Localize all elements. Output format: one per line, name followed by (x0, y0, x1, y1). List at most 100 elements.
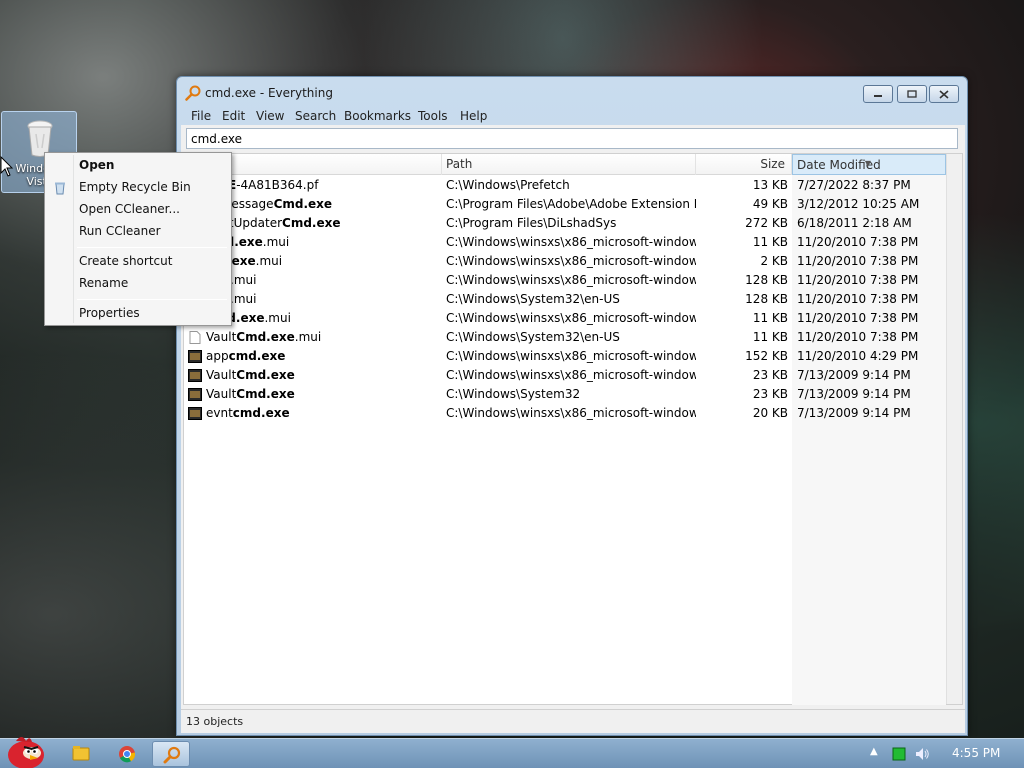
table-row[interactable]: VaultCmd.exe C:\Windows\System32 23 KB 7/13… (184, 385, 946, 404)
file-path: C:\Windows\System32\en-US (446, 292, 620, 306)
file-date: 11/20/2010 7:38 PM (797, 273, 919, 287)
taskbar-everything-button[interactable] (152, 741, 190, 767)
table-row[interactable]: cmd.exe.mui C:\Windows\winsxs\x86_microso… (184, 233, 946, 252)
minimize-button[interactable] (863, 85, 893, 103)
file-path: C:\Windows\System32\en-US (446, 330, 620, 344)
table-row[interactable]: appcmd.exe C:\Windows\winsxs\x86_microsof… (184, 347, 946, 366)
column-date-modified[interactable]: Date Modified ▼ (792, 154, 946, 175)
table-row[interactable]: exe.mui C:\Windows\winsxs\x86_microsoft-w… (184, 271, 946, 290)
vertical-scrollbar[interactable] (946, 154, 962, 704)
menu-edit[interactable]: Edit (222, 109, 245, 123)
exe-file-icon (188, 407, 202, 420)
file-size: 11 KB (752, 330, 788, 344)
column-header: Name Path Size Date Modified ▼ (184, 154, 946, 175)
menu-item-run-ccleaner[interactable]: Run CCleaner (47, 220, 229, 242)
file-name: evntcmd.exe (206, 406, 290, 420)
file-size: 2 KB (760, 254, 788, 268)
search-box[interactable] (186, 128, 958, 149)
menu-file[interactable]: File (191, 109, 211, 123)
search-input[interactable] (187, 129, 957, 148)
table-row[interactable]: .EXE-4A81B364.pf C:\Windows\Prefetch 13 KB… (184, 176, 946, 195)
file-date: 11/20/2010 7:38 PM (797, 330, 919, 344)
clock[interactable]: 4:55 PM (952, 746, 1000, 760)
menu-tools[interactable]: Tools (418, 109, 448, 123)
chrome-icon (119, 746, 136, 763)
taskbar-chrome-button[interactable] (108, 741, 146, 767)
menu-search[interactable]: Search (295, 109, 336, 123)
file-size: 272 KB (745, 216, 788, 230)
file-name: cmd.exe.mui (206, 235, 290, 249)
window-client: Name Path Size Date Modified ▼ .EXE-4A81… (181, 125, 965, 733)
column-path[interactable]: Path (442, 154, 696, 175)
menu-help[interactable]: Help (460, 109, 487, 123)
table-row[interactable]: VaultCmd.exe C:\Windows\winsxs\x86_micros… (184, 366, 946, 385)
file-date: 3/12/2012 10:25 AM (797, 197, 920, 211)
file-date: 7/13/2009 9:14 PM (797, 406, 911, 420)
file-path: C:\Windows\winsxs\x86_microsoft-windows-… (446, 406, 696, 420)
table-row[interactable]: BootUpdaterCmd.exe C:\Program Files\DiLsh… (184, 214, 946, 233)
menu-bar: File Edit View Search Bookmarks Tools He… (181, 106, 965, 126)
menu-view[interactable]: View (256, 109, 284, 123)
table-row[interactable]: VaultCmd.exe.mui C:\Windows\System32\en-U… (184, 328, 946, 347)
file-date: 7/13/2009 9:14 PM (797, 387, 911, 401)
file-date: 7/13/2009 9:14 PM (797, 368, 911, 382)
file-name: anMessageCmd.exe (206, 197, 333, 211)
results-list[interactable]: Name Path Size Date Modified ▼ .EXE-4A81… (183, 153, 963, 705)
folder-icon (72, 746, 90, 761)
maximize-button[interactable] (897, 85, 927, 103)
menu-bookmarks[interactable]: Bookmarks (344, 109, 411, 123)
file-path: C:\Windows\winsxs\x86_microsoft-windows-… (446, 311, 696, 325)
context-menu: Open Empty Recycle Bin Open CCleaner... … (44, 152, 232, 326)
restore-icon (907, 90, 917, 98)
file-name: .EXE-4A81B364.pf (206, 178, 319, 192)
exe-file-icon (188, 369, 202, 382)
file-date: 11/20/2010 4:29 PM (797, 349, 919, 363)
menu-item-open-ccleaner[interactable]: Open CCleaner... (47, 198, 229, 220)
file-path: C:\Windows\winsxs\x86_microsoft-windows-… (446, 235, 696, 249)
everything-window: cmd.exe - Everything File Edit View Sear… (176, 76, 968, 736)
mouse-cursor-icon (0, 156, 14, 177)
file-path: C:\Windows\Prefetch (446, 178, 570, 192)
speaker-icon[interactable] (914, 746, 930, 762)
menu-item-create-shortcut[interactable]: Create shortcut (47, 250, 229, 272)
file-size: 13 KB (752, 178, 788, 192)
taskbar-explorer-button[interactable] (62, 741, 100, 767)
table-row[interactable]: Cmd.exe.mui C:\Windows\winsxs\x86_microso… (184, 309, 946, 328)
file-size: 49 KB (752, 197, 788, 211)
exe-file-icon (188, 388, 202, 401)
file-date: 7/27/2022 8:37 PM (797, 178, 911, 192)
file-date: 6/18/2011 2:18 AM (797, 216, 912, 230)
menu-item-open[interactable]: Open (47, 154, 229, 176)
close-button[interactable] (929, 85, 959, 103)
table-row[interactable]: md.exe.mui C:\Windows\winsxs\x86_microsof… (184, 252, 946, 271)
show-hidden-icons-icon[interactable]: ▲ (870, 746, 878, 757)
menu-item-rename[interactable]: Rename (47, 272, 229, 294)
network-status-icon[interactable] (892, 747, 906, 761)
recycle-bin-small-icon (55, 182, 65, 195)
close-icon (939, 89, 949, 99)
file-date: 11/20/2010 7:38 PM (797, 235, 919, 249)
window-title: cmd.exe - Everything (205, 86, 333, 100)
status-bar: 13 objects (181, 709, 965, 733)
file-name: VaultCmd.exe (206, 387, 295, 401)
file-name: md.exe.mui (206, 254, 283, 268)
table-row[interactable]: evntcmd.exe C:\Windows\winsxs\x86_microso… (184, 404, 946, 423)
file-size: 128 KB (745, 292, 788, 306)
taskbar: ▲ 4:55 PM (0, 737, 1024, 768)
file-date: 11/20/2010 7:38 PM (797, 254, 919, 268)
title-bar[interactable]: cmd.exe - Everything (177, 77, 967, 107)
table-row[interactable]: anMessageCmd.exe C:\Program Files\Adobe\A… (184, 195, 946, 214)
file-name: appcmd.exe (206, 349, 286, 363)
file-name: exe.mui (206, 273, 257, 287)
menu-item-properties[interactable]: Properties (47, 302, 229, 324)
file-path: C:\Windows\winsxs\x86_microsoft-windows-… (446, 273, 696, 287)
magnifier-icon (163, 746, 181, 764)
file-icon (189, 331, 201, 344)
file-path: C:\Windows\System32 (446, 387, 581, 401)
rows-container: .EXE-4A81B364.pf C:\Windows\Prefetch 13 KB… (184, 176, 946, 423)
table-row[interactable]: exe.mui C:\Windows\System32\en-US 128 KB 11… (184, 290, 946, 309)
column-size[interactable]: Size (696, 154, 792, 175)
angry-bird-start-icon[interactable] (2, 733, 48, 768)
file-name: Cmd.exe.mui (206, 311, 291, 325)
menu-item-empty-recycle-bin[interactable]: Empty Recycle Bin (47, 176, 229, 198)
